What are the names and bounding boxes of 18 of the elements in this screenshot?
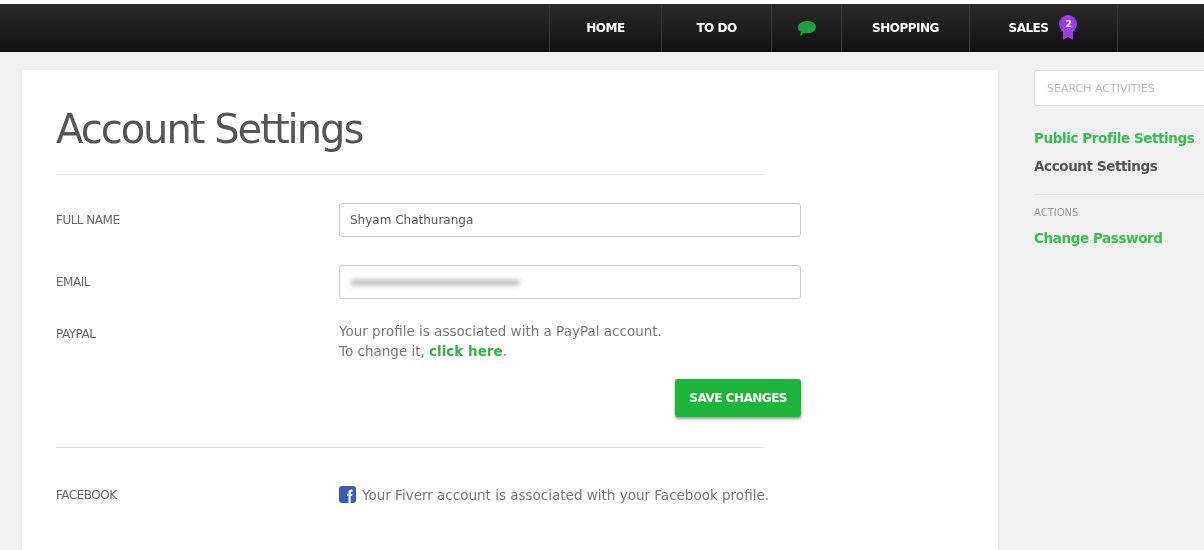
sidebar-item[interactable]: Account Settings [1034,152,1158,180]
chat-icon [796,19,817,37]
nav-link[interactable]: HOME [549,4,661,52]
field-label: EMAIL [56,275,92,289]
actions-heading: ACTIONS [1034,207,1079,218]
input-field[interactable]: Shyam Chathuranga [339,203,801,237]
page-title: Account Settings [56,106,364,152]
field-label: FACEBOOK [56,487,118,502]
nav-link[interactable]: SALES 2 [969,4,1117,52]
field-label: FULL NAME [56,213,121,227]
field-label: PAYPAL [56,327,97,341]
nav-link[interactable]: SHOPPING [841,4,969,52]
input-field[interactable] [339,265,801,299]
search-field[interactable]: SEARCH ACTIVITIES [1034,70,1204,106]
facebook-info: Your Fiverr account is associated with your Facebook profile. [362,486,769,503]
nav-link[interactable]: TO DO [661,4,771,52]
paypal-info: Your profile is associated with a PayPal account. To change it, click here. [339,322,662,361]
facebook-icon [339,486,356,503]
